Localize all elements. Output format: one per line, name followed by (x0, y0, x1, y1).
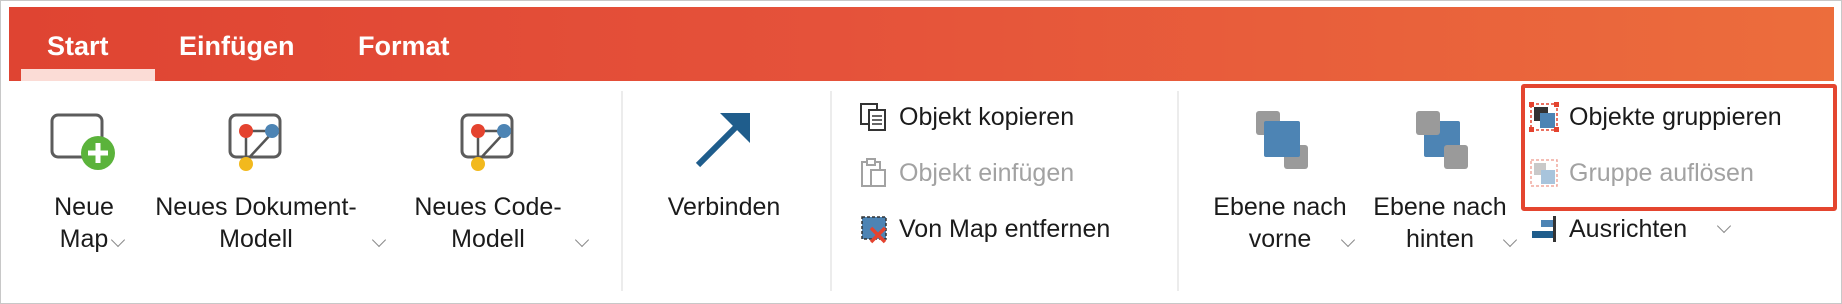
bring-forward-icon (1256, 111, 1308, 169)
new-map-button[interactable]: Neue Map (31, 109, 137, 255)
tab-einfuegen[interactable]: Einfügen (179, 31, 295, 62)
tab-start[interactable]: Start (47, 31, 109, 62)
group-divider (830, 91, 832, 291)
send-backward-label-line1: Ebene nach (1373, 193, 1507, 221)
paste-icon (861, 158, 886, 187)
copy-object-label: Objekt kopieren (899, 102, 1075, 131)
remove-from-map-button[interactable]: Von Map entfernen (859, 209, 1110, 249)
paste-object-label: Objekt einfügen (899, 158, 1075, 187)
bring-forward-button[interactable]: Ebene nach vorne (1201, 109, 1359, 255)
remove-from-map-icon (861, 216, 887, 244)
new-document-model-label-line1: Neues Dokument- (155, 193, 357, 221)
document-model-icon (228, 113, 282, 171)
active-tab-indicator (21, 69, 155, 81)
ribbon-window: Start Einfügen Format Neue Map Neues Dok… (0, 0, 1842, 304)
new-code-model-button[interactable]: Neues Code- Modell (406, 109, 570, 255)
new-document-model-button[interactable]: Neues Dokument- Modell (147, 109, 365, 255)
connect-label: Verbinden (667, 193, 781, 221)
align-button[interactable]: Ausrichten (1529, 209, 1687, 249)
new-code-model-label-line2: Modell (451, 225, 525, 253)
paste-object-button[interactable]: Objekt einfügen (859, 153, 1074, 193)
code-model-icon (460, 113, 514, 171)
new-code-model-label-line1: Neues Code- (414, 193, 562, 221)
group-icon (1529, 102, 1559, 132)
remove-from-map-label: Von Map entfernen (899, 214, 1111, 243)
send-backward-icon (1416, 111, 1468, 169)
connect-button[interactable]: Verbinden (649, 109, 799, 223)
ungroup-icon (1530, 159, 1558, 187)
ungroup-label: Gruppe auflösen (1569, 158, 1754, 187)
tab-bar: Start Einfügen Format (9, 7, 1834, 81)
bring-forward-label-line2: vorne (1248, 225, 1312, 253)
group-divider (621, 91, 623, 291)
send-backward-label-line2: hinten (1405, 225, 1475, 253)
group-divider (1177, 91, 1179, 291)
ungroup-button[interactable]: Gruppe auflösen (1529, 153, 1754, 193)
send-backward-button[interactable]: Ebene nach hinten (1365, 109, 1515, 255)
new-map-icon (50, 113, 115, 170)
new-map-label-line1: Neue (54, 193, 114, 221)
copy-object-button[interactable]: Objekt kopieren (859, 97, 1074, 137)
align-label: Ausrichten (1569, 214, 1688, 243)
tab-format[interactable]: Format (358, 31, 450, 62)
group-objects-label: Objekte gruppieren (1569, 102, 1782, 131)
copy-icon (860, 103, 886, 131)
group-objects-button[interactable]: Objekte gruppieren (1529, 97, 1782, 137)
new-document-model-label-line2: Modell (219, 225, 293, 253)
bring-forward-label-line1: Ebene nach (1213, 193, 1347, 221)
align-icon (1532, 216, 1556, 242)
connect-arrow-icon (695, 113, 750, 168)
